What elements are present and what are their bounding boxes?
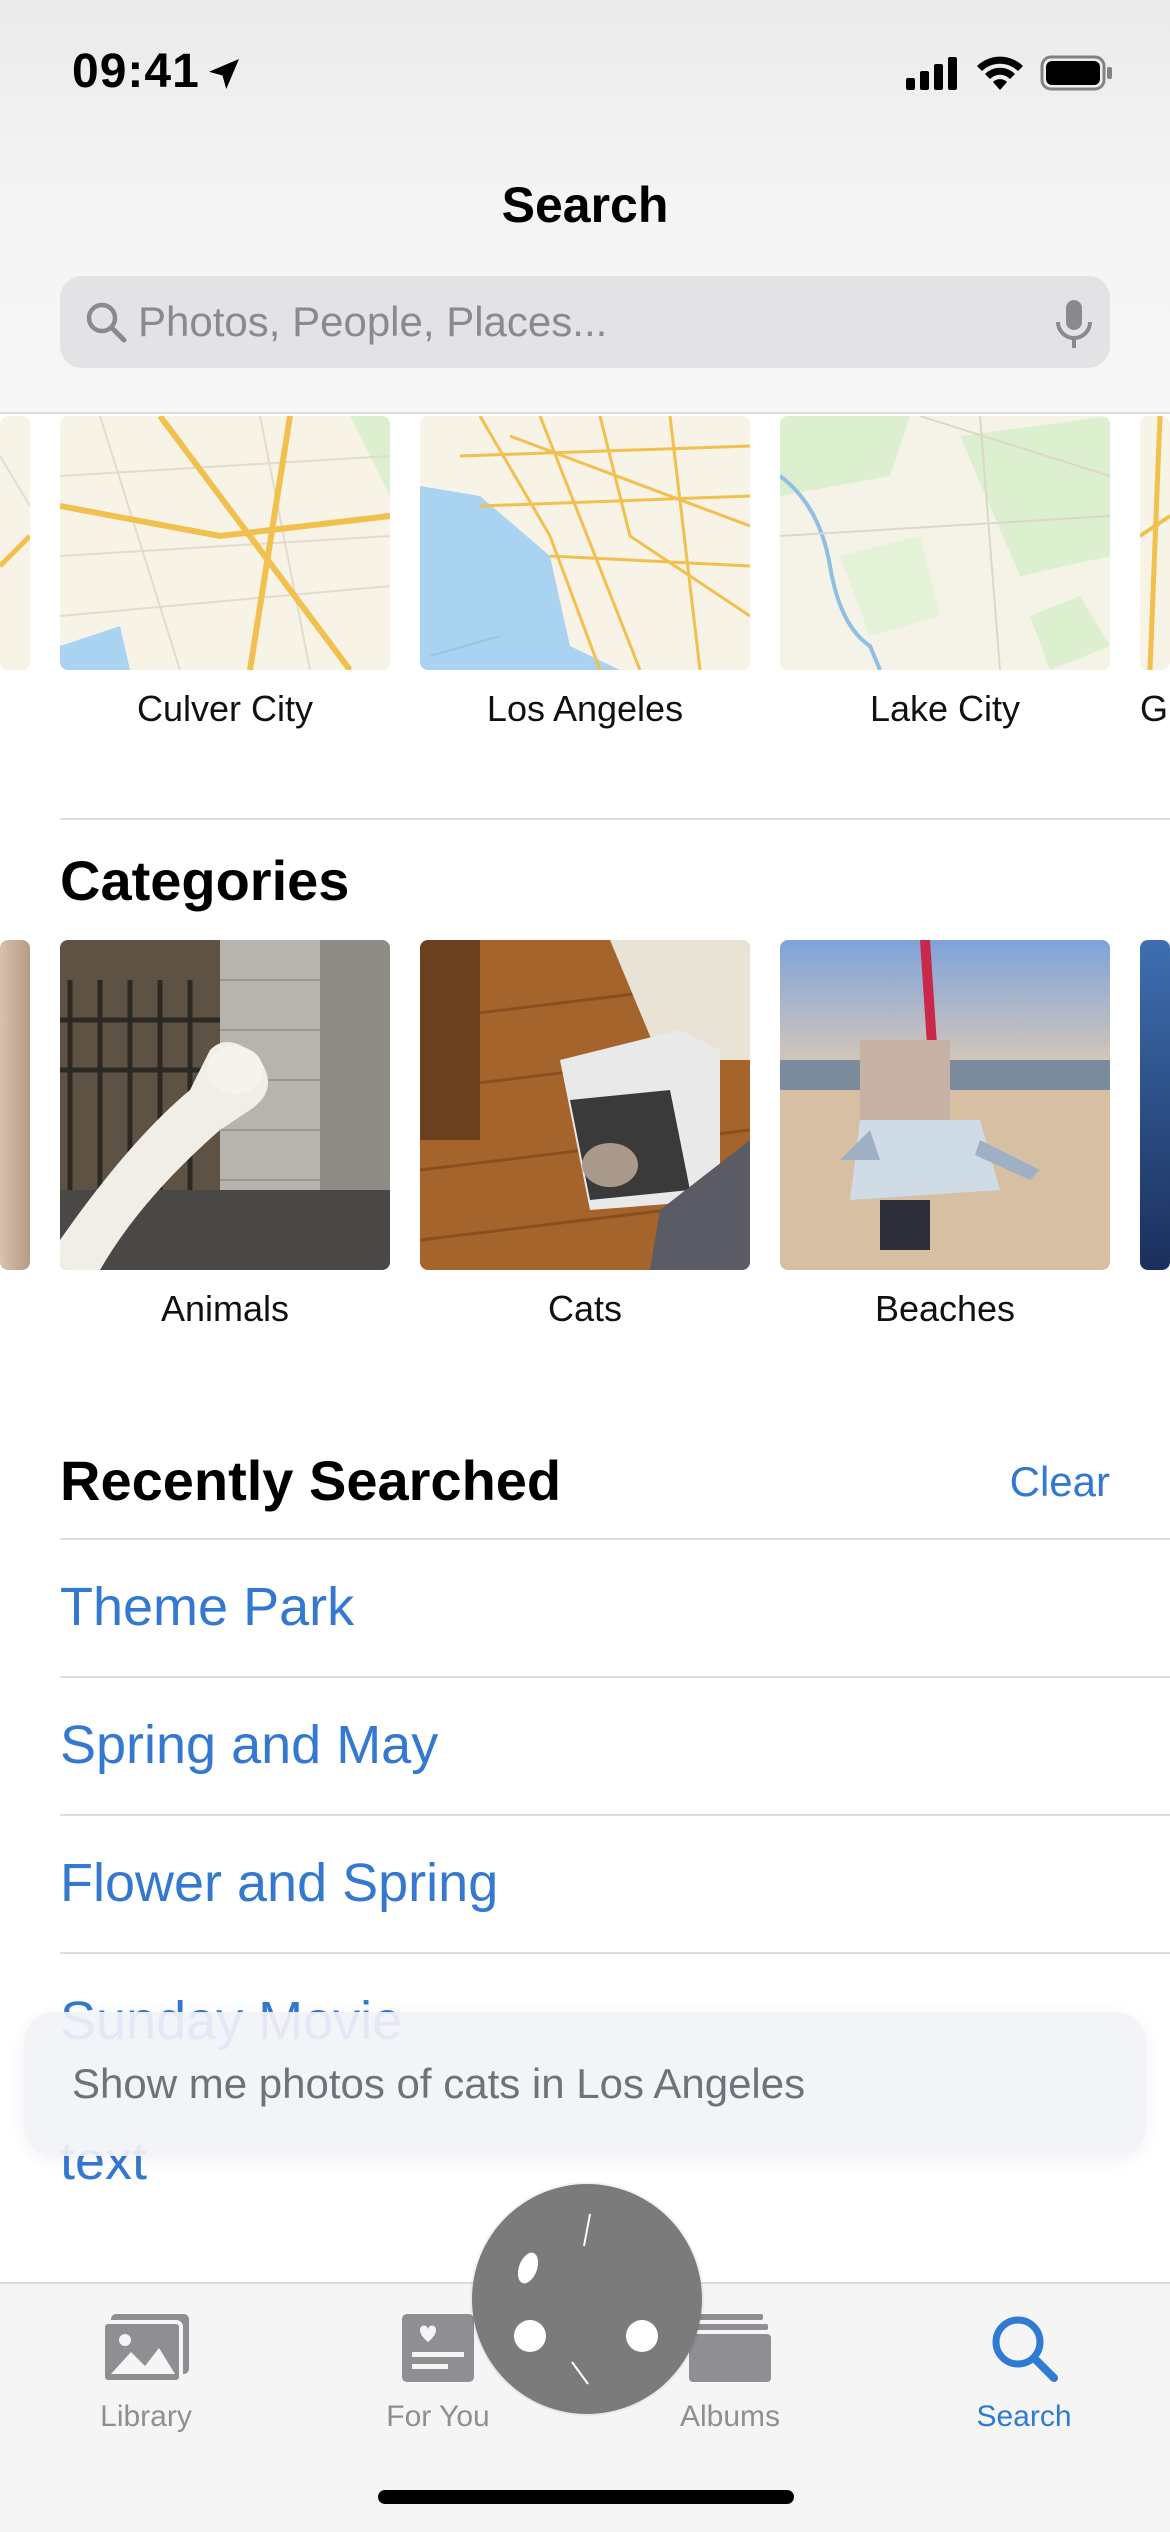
place-label: G bbox=[1140, 688, 1169, 729]
category-label: Animals bbox=[160, 1288, 290, 1329]
row-divider bbox=[60, 1952, 1170, 1954]
tab-library[interactable]: Library bbox=[36, 2284, 256, 2464]
search-bar[interactable] bbox=[60, 276, 1110, 368]
categories-title: Categories bbox=[60, 849, 350, 912]
place-map-los-angeles[interactable] bbox=[420, 416, 750, 670]
category-label: Cats bbox=[547, 1288, 623, 1329]
siri-orb-icon[interactable] bbox=[472, 2184, 702, 2414]
place-map-thumbnail-partial[interactable] bbox=[0, 416, 30, 670]
place-map-thumbnail-partial[interactable] bbox=[1140, 416, 1170, 670]
page-title: Search bbox=[501, 177, 669, 233]
section-divider bbox=[60, 818, 1170, 820]
recent-search-item[interactable]: Theme Park bbox=[60, 1576, 354, 1638]
category-thumbnail-partial[interactable] bbox=[0, 940, 30, 1270]
home-indicator bbox=[378, 2490, 794, 2504]
search-suggestion-banner[interactable]: Show me photos of cats in Los Angeles bbox=[24, 2012, 1146, 2156]
location-arrow-icon bbox=[209, 59, 239, 89]
category-animals[interactable] bbox=[60, 940, 390, 1270]
search-input[interactable] bbox=[138, 276, 1018, 368]
row-divider bbox=[60, 1814, 1170, 1816]
recently-searched-title: Recently Searched bbox=[60, 1449, 562, 1512]
category-cats[interactable] bbox=[420, 940, 750, 1270]
top-bar: 09:41 Search bbox=[0, 0, 1170, 414]
clear-button[interactable]: Clear bbox=[1010, 1458, 1110, 1506]
category-thumbnail-partial[interactable] bbox=[1140, 940, 1170, 1270]
category-beaches[interactable] bbox=[780, 940, 1110, 1270]
category-label: Beaches bbox=[874, 1288, 1016, 1329]
place-label: Los Angeles bbox=[486, 688, 684, 729]
search-icon bbox=[86, 302, 127, 343]
place-map-lake-city[interactable] bbox=[780, 416, 1110, 670]
battery-icon bbox=[1040, 55, 1112, 91]
recent-search-item[interactable]: Spring and May bbox=[60, 1714, 438, 1776]
section-divider bbox=[60, 1538, 1170, 1540]
for-you-icon bbox=[402, 2314, 474, 2382]
cellular-signal-icon bbox=[906, 57, 957, 90]
photo-library-icon bbox=[101, 2314, 189, 2384]
tab-search[interactable]: Search bbox=[914, 2284, 1134, 2464]
row-divider bbox=[60, 1676, 1170, 1678]
microphone-icon[interactable] bbox=[1052, 298, 1096, 350]
recent-search-item[interactable]: Flower and Spring bbox=[60, 1852, 498, 1914]
suggestion-text: Show me photos of cats in Los Angeles bbox=[72, 2060, 806, 2107]
search-icon bbox=[992, 2316, 1058, 2382]
tab-label: Library bbox=[100, 2400, 192, 2433]
place-map-culver-city[interactable] bbox=[60, 416, 390, 670]
tab-label: Search bbox=[976, 2400, 1072, 2433]
status-time: 09:41 bbox=[72, 45, 200, 98]
place-label: Lake City bbox=[869, 688, 1021, 729]
wifi-icon bbox=[977, 56, 1023, 90]
place-label: Culver City bbox=[136, 688, 314, 729]
